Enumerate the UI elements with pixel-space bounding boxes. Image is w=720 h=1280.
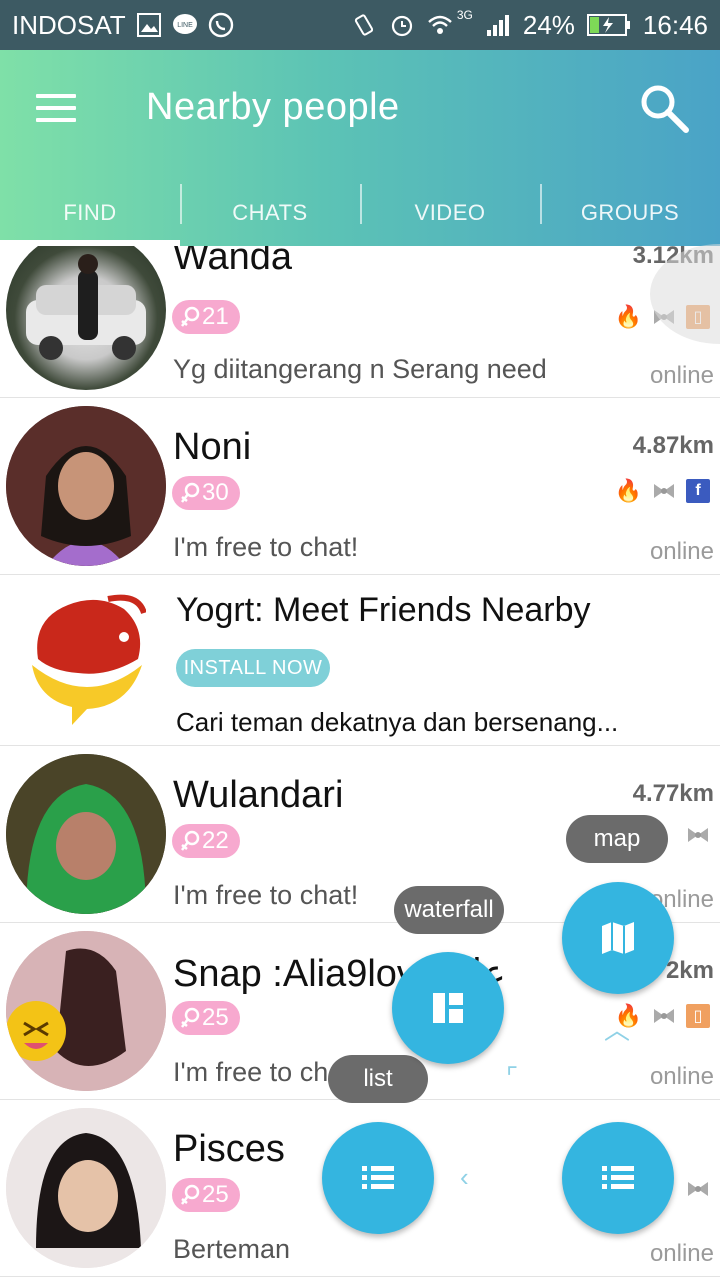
- distance-label: 4.87km: [632, 432, 714, 459]
- bow-icon: [654, 1009, 674, 1023]
- age-value: 25: [202, 1181, 229, 1208]
- list-item[interactable]: Wanda 3.12km 21 🔥 ▯ Yg diitangerang n Se…: [0, 246, 720, 398]
- person-name: Wanda: [173, 246, 292, 278]
- ad-title: Yogrt: Meet Friends Nearby: [176, 591, 591, 629]
- line-app-icon: LINE: [172, 14, 197, 34]
- tab-find[interactable]: FIND: [0, 180, 180, 246]
- list-view-button[interactable]: [322, 1122, 434, 1234]
- network-type-label: 3G: [456, 8, 473, 22]
- map-label[interactable]: map: [566, 815, 668, 863]
- bow-icon: [654, 484, 674, 498]
- age-badge: 30: [172, 476, 240, 510]
- tab-groups[interactable]: GROUPS: [540, 180, 720, 246]
- age-badge: 25: [172, 1001, 240, 1035]
- female-icon: [181, 482, 200, 503]
- status-message: Yg diitangerang n Serang need: [173, 354, 547, 384]
- age-badge: 21: [172, 300, 240, 334]
- install-now-button[interactable]: INSTALL NOW: [176, 649, 330, 687]
- female-icon: [181, 1184, 200, 1205]
- chevron-left-icon: ‹: [460, 1162, 469, 1192]
- chevron-up-icon: ︿: [604, 1015, 631, 1045]
- status-bar: INDOSAT LINE 3G 24% 16:46: [0, 0, 720, 50]
- waterfall-label[interactable]: waterfall: [394, 886, 504, 934]
- list-icon: [602, 1166, 634, 1189]
- whatsapp-icon: [208, 12, 233, 38]
- bow-icon: [688, 828, 708, 842]
- ad-list-item[interactable]: Yogrt: Meet Friends Nearby INSTALL NOW C…: [0, 575, 720, 746]
- person-name: Wulandari: [173, 774, 344, 816]
- avatar: [6, 1108, 166, 1268]
- distance-label: 4.77km: [632, 780, 714, 807]
- image-notification-icon: [136, 13, 161, 37]
- presence-label: online: [649, 362, 714, 389]
- map-view-button[interactable]: [562, 882, 674, 994]
- female-icon: [181, 306, 200, 327]
- status-message: I'm free to chat!: [173, 880, 359, 910]
- avatar: [6, 406, 166, 566]
- age-badge: 22: [172, 824, 240, 858]
- waterfall-icon: [433, 993, 463, 1023]
- person-name: Noni: [173, 426, 252, 468]
- female-icon: [181, 1007, 200, 1028]
- vibrate-icon: [354, 14, 373, 36]
- tab-chats[interactable]: CHATS: [180, 180, 360, 246]
- phone-icon: ▯: [686, 1004, 710, 1028]
- status-message: I'm free to chat!: [173, 532, 359, 562]
- status-message: Berteman: [173, 1234, 291, 1264]
- age-badge: 25: [172, 1178, 240, 1212]
- alarm-icon: [391, 15, 412, 37]
- age-value: 30: [202, 479, 229, 506]
- avatar: [6, 246, 166, 390]
- wifi-icon: [428, 15, 452, 34]
- menu-icon[interactable]: [36, 94, 76, 124]
- signal-icon: [486, 15, 509, 36]
- yogrt-logo-icon: [32, 594, 146, 725]
- facebook-icon: f: [686, 479, 710, 503]
- presence-label: online: [649, 1063, 714, 1090]
- battery-charging-icon: [586, 14, 630, 36]
- corner-arrow-icon: ⌜: [506, 1062, 519, 1092]
- avatar: [6, 754, 166, 914]
- carrier-label: INDOSAT: [12, 9, 126, 40]
- age-value: 25: [202, 1004, 229, 1031]
- view-mode-toggle-button[interactable]: [562, 1122, 674, 1234]
- age-value: 22: [202, 827, 229, 854]
- presence-label: online: [649, 538, 714, 565]
- list-icon: [362, 1166, 394, 1189]
- app-bar: Nearby people FIND CHATS VIDEO GROUPS: [0, 50, 720, 246]
- bow-icon: [688, 1182, 708, 1196]
- presence-label: online: [649, 1240, 714, 1267]
- female-icon: [181, 830, 200, 851]
- list-label[interactable]: list: [328, 1055, 428, 1103]
- search-icon[interactable]: [636, 80, 692, 136]
- tab-bar: FIND CHATS VIDEO GROUPS: [0, 180, 720, 246]
- age-value: 21: [202, 303, 229, 330]
- badge-icons: 🔥 f: [615, 478, 710, 504]
- fire-icon: 🔥: [614, 304, 642, 329]
- svg-text:LINE: LINE: [177, 22, 193, 29]
- person-name: Pisces: [173, 1128, 285, 1170]
- page-title: Nearby people: [146, 86, 400, 128]
- list-item[interactable]: Noni 4.87km 30 🔥 f I'm free to chat! onl…: [0, 398, 720, 575]
- badge-icons: [686, 1180, 710, 1198]
- map-icon: [602, 922, 634, 954]
- clock-time: 16:46: [642, 9, 708, 40]
- battery-percent: 24%: [522, 9, 575, 40]
- distance-label: 2km: [665, 957, 714, 984]
- ad-description: Cari teman dekatnya dan bersenang...: [176, 707, 619, 737]
- screen: INDOSAT LINE 3G 24% 16:46 Nearby people …: [0, 0, 720, 1280]
- fire-icon: 🔥: [614, 478, 642, 503]
- tab-video[interactable]: VIDEO: [360, 180, 540, 246]
- waterfall-view-button[interactable]: [392, 952, 504, 1064]
- avatar: [6, 931, 166, 1091]
- badge-icons: [686, 826, 710, 844]
